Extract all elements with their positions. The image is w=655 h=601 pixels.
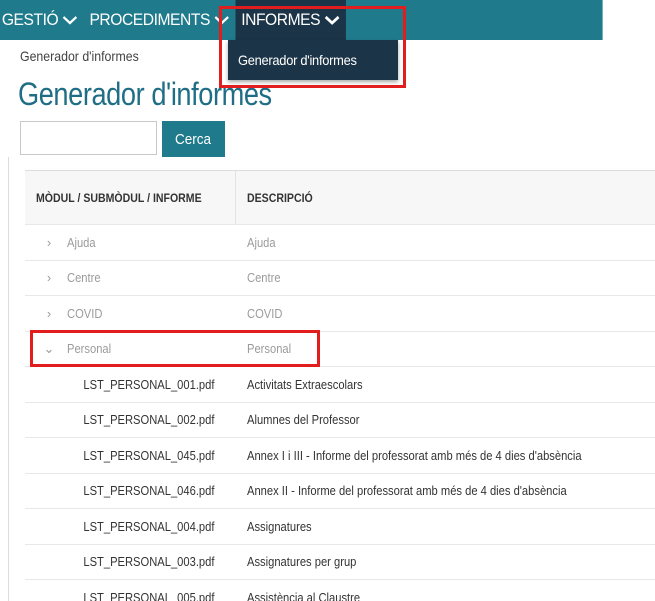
column-header-description[interactable]: DESCRIPCIÓ: [236, 171, 655, 224]
page-title: Generador d'informes: [18, 76, 272, 112]
description-cell: Assignatures per grup: [247, 554, 357, 570]
module-name: Personal: [67, 341, 112, 357]
nav-menu-informes[interactable]: INFORMES: [235, 0, 346, 40]
nav-label-gestio: GESTIÓ: [1, 10, 59, 29]
description-cell: Annex I i III - Informe del professorat …: [247, 447, 582, 463]
description-cell: Centre: [247, 270, 281, 286]
chevron-down-icon: [62, 14, 79, 26]
table-row-module-centre[interactable]: › Centre Centre: [25, 259, 655, 296]
report-file-link[interactable]: LST_PERSONAL_002.pdf: [83, 412, 214, 427]
nav-menu-procediments[interactable]: PROCEDIMENTS: [84, 0, 236, 40]
nav-menu-gestio[interactable]: GESTIÓ: [0, 0, 84, 40]
chevron-right-icon[interactable]: ›: [43, 235, 55, 250]
table-header: MÒDUL / SUBMÒDUL / INFORME DESCRIPCIÓ: [25, 170, 655, 224]
table-row-report[interactable]: LST_PERSONAL_045.pdf Annex I i III - Inf…: [25, 437, 655, 473]
chevron-down-icon: [214, 14, 231, 26]
report-file-cell: LST_PERSONAL_045.pdf: [25, 448, 236, 463]
chevron-down-icon[interactable]: ⌄: [43, 341, 55, 357]
table-row-report[interactable]: LST_PERSONAL_003.pdf Assignatures per gr…: [25, 543, 655, 580]
table-row-report[interactable]: LST_PERSONAL_046.pdf Annex II - Informe …: [25, 472, 655, 509]
description-cell: COVID: [247, 305, 283, 321]
description-cell: Personal: [247, 341, 292, 357]
table-row-report[interactable]: LST_PERSONAL_004.pdf Assignatures: [25, 508, 655, 544]
report-file-cell: LST_PERSONAL_005.pdf: [25, 590, 236, 601]
search-button-label: Cerca: [175, 130, 212, 148]
table-row-report[interactable]: LST_PERSONAL_005.pdf Assistència al Clau…: [25, 579, 655, 601]
chevron-down-icon: [324, 14, 341, 26]
module-name: COVID: [67, 305, 103, 321]
table-row-report[interactable]: LST_PERSONAL_001.pdf Activitats Extraesc…: [25, 366, 655, 402]
table-row-module-personal[interactable]: ⌄ Personal Personal: [25, 330, 655, 367]
reports-table: MÒDUL / SUBMÒDUL / INFORME DESCRIPCIÓ › …: [25, 170, 655, 601]
module-cell: › Ajuda: [25, 235, 236, 250]
dropdown-item-label: Generador d'informes: [238, 52, 357, 68]
description-cell: Activitats Extraescolars: [247, 376, 363, 392]
top-nav-bar: GESTIÓ PROCEDIMENTS INFORMES: [0, 0, 603, 40]
module-name: Centre: [67, 270, 101, 286]
dropdown-item-generador-informes[interactable]: Generador d'informes: [228, 40, 398, 80]
left-divider: [8, 157, 9, 601]
chevron-right-icon[interactable]: ›: [43, 270, 55, 285]
search-input[interactable]: [20, 121, 157, 155]
report-file-cell: LST_PERSONAL_046.pdf: [25, 483, 236, 498]
report-file-link[interactable]: LST_PERSONAL_046.pdf: [83, 483, 214, 498]
module-cell: › COVID: [25, 306, 236, 321]
breadcrumb: Generador d'informes: [20, 48, 139, 64]
table-row-report[interactable]: LST_PERSONAL_002.pdf Alumnes del Profess…: [25, 401, 655, 438]
report-file-link[interactable]: LST_PERSONAL_045.pdf: [83, 448, 214, 463]
table-row-module-ajuda[interactable]: › Ajuda Ajuda: [25, 224, 655, 260]
description-cell: Annex II - Informe del professorat amb m…: [247, 483, 567, 499]
report-file-cell: LST_PERSONAL_002.pdf: [25, 412, 236, 427]
module-cell: › Centre: [25, 270, 236, 285]
column-header-module[interactable]: MÒDUL / SUBMÒDUL / INFORME: [25, 171, 236, 224]
report-file-link[interactable]: LST_PERSONAL_003.pdf: [83, 554, 214, 569]
nav-label-informes: INFORMES: [241, 10, 321, 29]
chevron-right-icon[interactable]: ›: [43, 306, 55, 321]
report-file-link[interactable]: LST_PERSONAL_001.pdf: [83, 377, 214, 392]
description-cell: Ajuda: [247, 234, 276, 250]
description-cell: Assistència al Claustre: [247, 589, 361, 601]
report-file-link[interactable]: LST_PERSONAL_004.pdf: [83, 519, 214, 534]
report-file-cell: LST_PERSONAL_001.pdf: [25, 377, 236, 392]
module-cell: ⌄ Personal: [25, 341, 236, 357]
nav-label-procediments: PROCEDIMENTS: [89, 10, 210, 29]
report-file-link[interactable]: LST_PERSONAL_005.pdf: [83, 590, 214, 601]
description-cell: Alumnes del Professor: [247, 412, 360, 428]
report-file-cell: LST_PERSONAL_004.pdf: [25, 519, 236, 534]
module-name: Ajuda: [67, 234, 96, 250]
description-cell: Assignatures: [247, 518, 312, 534]
table-row-module-covid[interactable]: › COVID COVID: [25, 295, 655, 331]
search-button[interactable]: Cerca: [162, 121, 225, 157]
report-file-cell: LST_PERSONAL_003.pdf: [25, 554, 236, 569]
